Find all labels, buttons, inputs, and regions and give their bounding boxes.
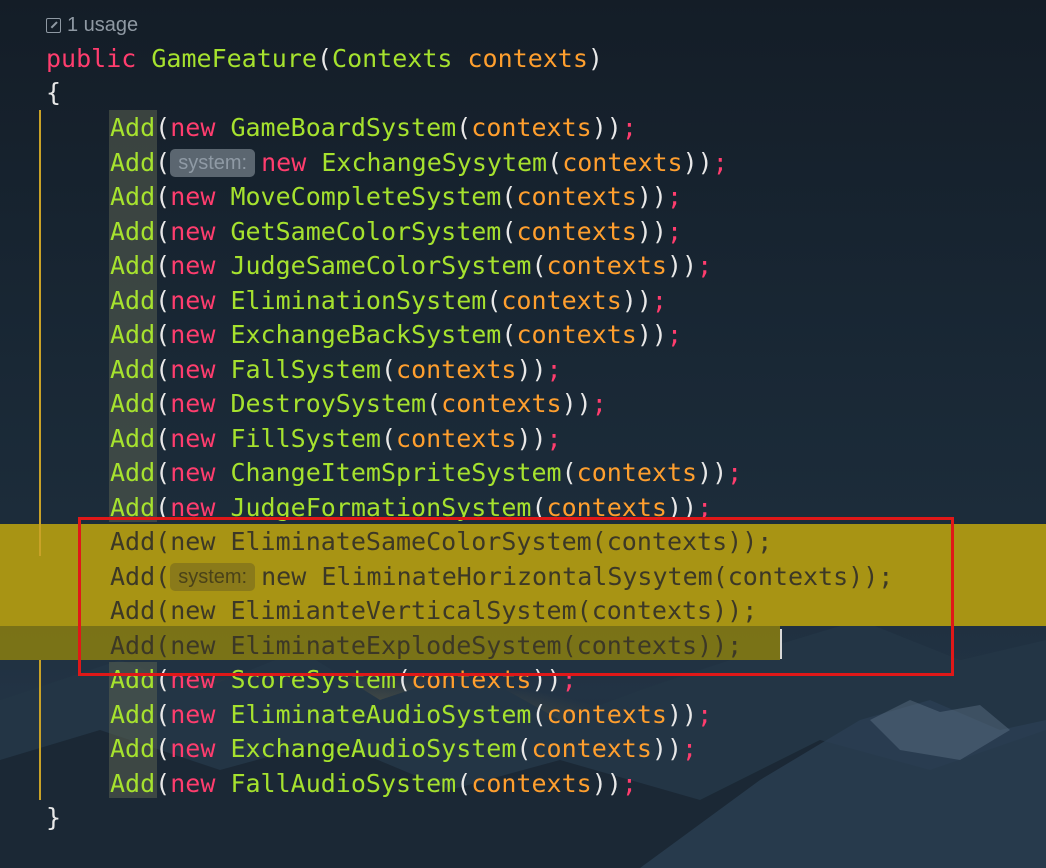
- open-brace: {: [46, 78, 62, 107]
- annotation-box: [78, 517, 954, 676]
- add-call: Add: [110, 354, 156, 384]
- code-line: Add(new EliminationSystem(contexts));: [110, 285, 667, 315]
- new-keyword: new: [170, 113, 216, 142]
- argument: contexts: [396, 423, 517, 453]
- argument: contexts: [531, 734, 652, 763]
- system-class: ExchangeBackSystem: [230, 320, 502, 349]
- code-line: Add(new FallAudioSystem(contexts));: [110, 768, 637, 798]
- add-call: Add: [110, 285, 156, 315]
- argument: contexts: [546, 699, 667, 729]
- add-call: Add: [110, 734, 156, 763]
- param-type: Contexts: [332, 44, 453, 73]
- usage-arrow-icon: [46, 17, 61, 33]
- parameter-hint: system:: [170, 148, 256, 177]
- add-call: Add: [110, 699, 156, 729]
- new-keyword: new: [170, 389, 216, 418]
- system-class: GetSameColorSystem: [230, 216, 502, 246]
- add-call: Add: [110, 768, 156, 798]
- new-keyword: new: [170, 251, 216, 280]
- argument: contexts: [562, 147, 683, 177]
- add-call: Add: [110, 216, 156, 246]
- system-class: EliminateAudioSystem: [230, 699, 532, 729]
- method-signature: public GameFeature(Contexts contexts): [46, 44, 603, 73]
- system-class: EliminationSystem: [230, 285, 487, 315]
- code-line: Add(new JudgeSameColorSystem(contexts));: [110, 251, 713, 280]
- add-call: Add: [110, 147, 156, 177]
- system-class: FillSystem: [230, 423, 381, 453]
- usage-text: 1 usage: [67, 13, 139, 36]
- code-line: Add(new GetSameColorSystem(contexts));: [110, 216, 683, 246]
- system-class: FallSystem: [230, 354, 381, 384]
- code-line: Add(new FallSystem(contexts));: [110, 354, 562, 384]
- close-brace: }: [46, 803, 62, 832]
- argument: contexts: [516, 182, 637, 211]
- system-class: ExchangeAudioSystem: [230, 734, 517, 763]
- param-name: contexts: [467, 44, 588, 73]
- system-class: FallAudioSystem: [230, 768, 457, 798]
- method-name: GameFeature: [151, 44, 317, 73]
- new-keyword: new: [170, 734, 216, 763]
- system-class: DestroySystem: [230, 389, 427, 418]
- add-call: Add: [110, 389, 156, 418]
- argument: contexts: [441, 389, 562, 418]
- new-keyword: new: [170, 354, 216, 384]
- code-editor[interactable]: 1 usage public GameFeature(Contexts cont…: [0, 0, 1046, 868]
- argument: contexts: [471, 768, 592, 798]
- argument: contexts: [501, 285, 622, 315]
- usage-hint[interactable]: 1 usage: [46, 12, 138, 38]
- system-class: MoveCompleteSystem: [230, 182, 502, 211]
- add-call: Add: [110, 251, 156, 280]
- system-class: GameBoardSystem: [230, 113, 457, 142]
- code-line: Add(new MoveCompleteSystem(contexts));: [110, 182, 683, 211]
- argument: contexts: [576, 458, 698, 487]
- argument: contexts: [396, 354, 517, 384]
- system-class: ExchangeSysytem: [321, 147, 548, 177]
- new-keyword: new: [170, 285, 216, 315]
- code-line: Add(new ExchangeBackSystem(contexts));: [110, 320, 683, 349]
- new-keyword: new: [261, 147, 307, 177]
- system-class: JudgeSameColorSystem: [230, 251, 532, 280]
- add-call: Add: [110, 182, 156, 211]
- argument: contexts: [516, 320, 637, 349]
- change-marker: [39, 110, 41, 556]
- argument: contexts: [546, 251, 667, 280]
- new-keyword: new: [170, 216, 216, 246]
- argument: contexts: [516, 216, 637, 246]
- code-line: Add(new ChangeItemSpriteSystem(contexts)…: [110, 458, 743, 487]
- add-call: Add: [110, 458, 156, 487]
- add-call: Add: [110, 113, 156, 142]
- new-keyword: new: [170, 458, 216, 487]
- new-keyword: new: [170, 699, 216, 729]
- new-keyword: new: [170, 320, 216, 349]
- add-call: Add: [110, 423, 156, 453]
- argument: contexts: [471, 113, 592, 142]
- code-line: Add(new FillSystem(contexts));: [110, 423, 562, 453]
- code-line: Add(new EliminateAudioSystem(contexts));: [110, 699, 713, 729]
- system-class: ChangeItemSpriteSystem: [230, 458, 562, 487]
- change-marker: [39, 660, 41, 800]
- modifier-keyword: public: [46, 44, 137, 73]
- new-keyword: new: [170, 182, 216, 211]
- code-line: Add(new GameBoardSystem(contexts));: [110, 113, 637, 142]
- text-caret: [780, 629, 782, 659]
- add-call: Add: [110, 320, 156, 349]
- code-line: Add(new DestroySystem(contexts));: [110, 389, 607, 418]
- code-line: Add(new ExchangeAudioSystem(contexts));: [110, 734, 698, 763]
- new-keyword: new: [170, 768, 216, 798]
- new-keyword: new: [170, 423, 216, 453]
- code-line: Add(system: new ExchangeSysytem(contexts)…: [110, 147, 728, 177]
